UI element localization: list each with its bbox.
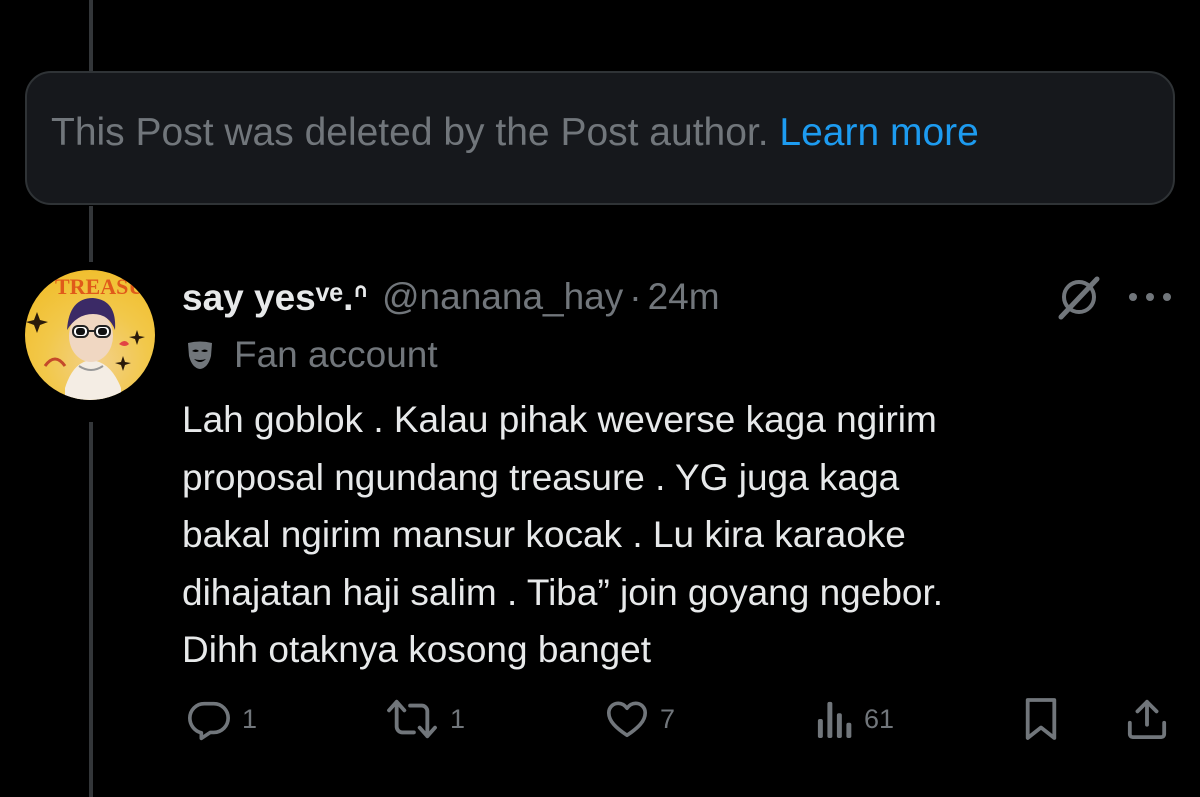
bookmark-icon xyxy=(1025,698,1057,740)
deleted-post-notice: This Post was deleted by the Post author… xyxy=(25,71,1175,205)
share-icon xyxy=(1127,699,1167,740)
affiliate-badge: Fan account xyxy=(184,332,438,378)
more-icon[interactable] xyxy=(1127,285,1173,309)
heart-icon xyxy=(606,701,648,738)
views-button[interactable]: 61 xyxy=(816,694,894,744)
post-text-line: Dihh otaknya kosong banget xyxy=(182,629,652,670)
repost-count: 1 xyxy=(450,703,466,734)
thread-line xyxy=(89,206,93,262)
avatar[interactable]: TREASURE xyxy=(25,270,155,400)
avatar-image: TREASURE xyxy=(26,274,155,400)
bookmark-button[interactable] xyxy=(1022,694,1060,744)
display-name[interactable]: say yesᵛᵉ.ᐢ xyxy=(182,276,368,319)
post-text-line: dihajatan haji salim . Tiba” join goyang… xyxy=(182,571,944,613)
deleted-notice-text: This Post was deleted by the Post author… xyxy=(51,111,769,154)
reply-icon xyxy=(188,701,230,741)
post-text: Lah goblok . Kalau pihak weverse kaga ng… xyxy=(182,391,1172,679)
thread-line xyxy=(89,0,93,72)
post-text-line: Lah goblok . Kalau pihak weverse kaga ng… xyxy=(182,399,937,440)
timestamp[interactable]: 24m xyxy=(648,276,720,318)
mask-icon xyxy=(188,341,212,369)
user-handle[interactable]: @nanana_hay xyxy=(382,276,623,318)
like-count: 7 xyxy=(660,703,676,734)
grok-icon[interactable] xyxy=(1055,273,1103,321)
post-text-line: proposal ngundang treasure . YG juga kag… xyxy=(182,456,900,498)
post-text-line: bakal ngirim mansur kocak . Lu kira kara… xyxy=(182,514,906,555)
reply-button[interactable]: 1 xyxy=(186,694,257,744)
post-header: say yesᵛᵉ.ᐢ @nanana_hay · 24m xyxy=(182,273,720,321)
svg-text:TREASURE: TREASURE xyxy=(55,274,155,299)
learn-more-link[interactable]: Learn more xyxy=(779,111,978,154)
repost-icon xyxy=(387,699,437,739)
action-bar: 1 1 7 61 xyxy=(0,694,1200,744)
badge-label: Fan account xyxy=(234,334,438,375)
views-icon xyxy=(817,701,852,738)
repost-button[interactable]: 1 xyxy=(384,694,465,744)
separator-dot: · xyxy=(629,276,642,317)
share-button[interactable] xyxy=(1126,694,1168,744)
views-count: 61 xyxy=(864,703,895,734)
like-button[interactable]: 7 xyxy=(604,694,675,744)
reply-count: 1 xyxy=(242,703,258,734)
